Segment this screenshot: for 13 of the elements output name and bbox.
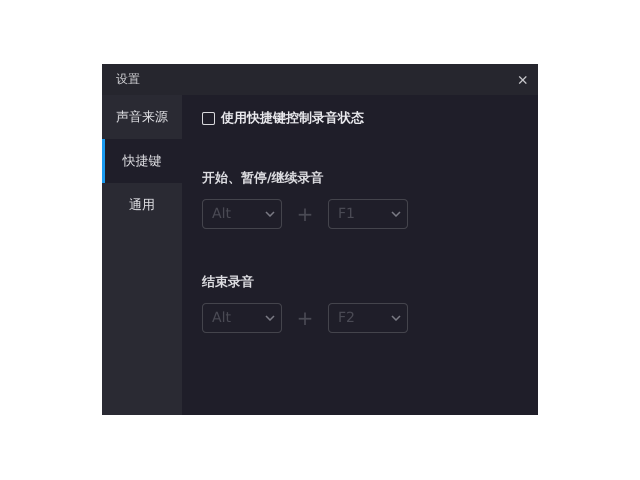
chevron-down-icon	[391, 211, 401, 217]
sidebar-item[interactable]: 快捷键	[102, 139, 182, 183]
checkbox-label: 使用快捷键控制录音状态	[221, 110, 364, 127]
chevron-down-icon	[265, 315, 275, 321]
section-title: 开始、暂停/继续录音	[202, 170, 325, 187]
chevron-down-icon	[265, 211, 275, 217]
window-title: 设置	[116, 71, 140, 88]
chevron-down-icon	[391, 315, 401, 321]
checkbox[interactable]	[202, 112, 215, 124]
plus-sign: +	[296, 202, 314, 226]
plus-sign: +	[296, 306, 314, 330]
section-title: 结束录音	[202, 274, 255, 291]
close-button[interactable]: ×	[511, 70, 534, 90]
